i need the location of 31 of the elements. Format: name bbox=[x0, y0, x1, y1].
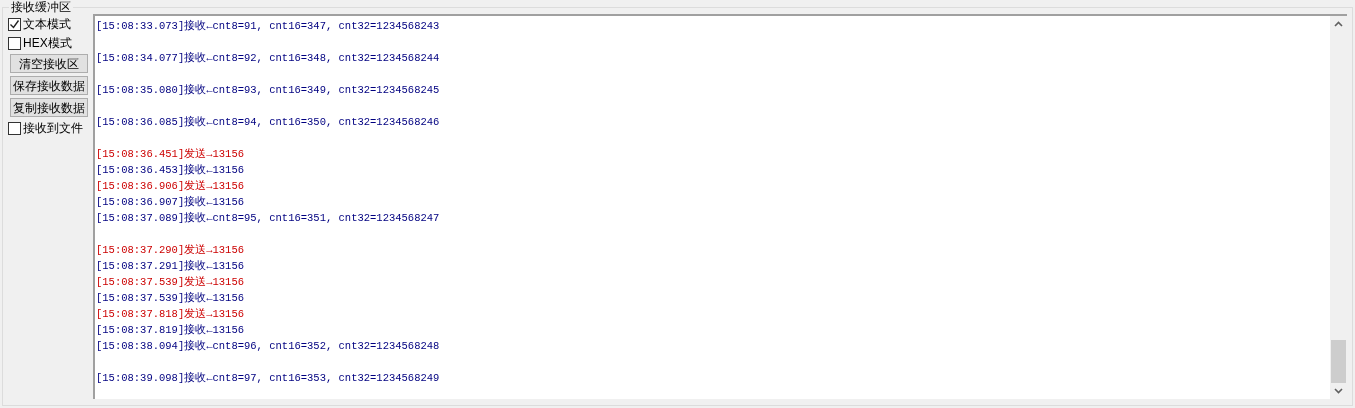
received-log-line: [15:08:36.453]接收←13156 bbox=[96, 163, 245, 178]
received-log-line: [15:08:35.080]接收←cnt8=93, cnt16=349, cnt32=1234568245 bbox=[96, 83, 440, 98]
received-log-line: [15:08:39.098]接收←cnt8=97, cnt16=353, cnt32=1234568249 bbox=[96, 371, 440, 386]
checkbox-label[interactable]: 文本模式 bbox=[23, 17, 71, 31]
received-log-line: [15:08:37.539]接收←13156 bbox=[96, 291, 245, 306]
scroll-down-icon[interactable] bbox=[1334, 388, 1343, 394]
scroll-up-icon[interactable] bbox=[1334, 21, 1343, 27]
group-title: 接收缓冲区 bbox=[9, 0, 73, 14]
received-log-line: [15:08:33.073]接收←cnt8=91, cnt16=347, cnt32=1234568243 bbox=[96, 19, 440, 34]
sent-log-line: [15:08:36.451]发送→13156 bbox=[96, 147, 245, 162]
action-button[interactable]: 清空接收区 bbox=[10, 54, 88, 73]
sent-log-line: [15:08:37.539]发送→13156 bbox=[96, 275, 245, 290]
received-log-line: [15:08:37.291]接收←13156 bbox=[96, 259, 245, 274]
received-log-line: [15:08:38.094]接收←cnt8=96, cnt16=352, cnt32=1234568248 bbox=[96, 339, 440, 354]
action-button[interactable]: 保存接收数据 bbox=[10, 76, 88, 95]
checkbox[interactable] bbox=[8, 36, 21, 50]
received-log-line: [15:08:37.089]接收←cnt8=95, cnt16=351, cnt32=1234568247 bbox=[96, 211, 440, 226]
receive-text-area[interactable] bbox=[93, 14, 1347, 399]
scroll-thumb[interactable] bbox=[1331, 340, 1346, 383]
received-log-line: [15:08:34.077]接收←cnt8=92, cnt16=348, cnt32=1234568244 bbox=[96, 51, 440, 66]
received-log-line: [15:08:36.085]接收←cnt8=94, cnt16=350, cnt32=1234568246 bbox=[96, 115, 440, 130]
action-button[interactable]: 复制接收数据 bbox=[10, 98, 88, 117]
checkbox-label[interactable]: 接收到文件 bbox=[23, 121, 83, 135]
sent-log-line: [15:08:37.290]发送→13156 bbox=[96, 243, 245, 258]
checkbox[interactable] bbox=[8, 17, 21, 31]
received-log-line: [15:08:37.819]接收←13156 bbox=[96, 323, 245, 338]
checkbox[interactable] bbox=[8, 121, 21, 135]
received-log-line: [15:08:36.907]接收←13156 bbox=[96, 195, 245, 210]
checkbox-label[interactable]: HEX模式 bbox=[23, 36, 72, 50]
sent-log-line: [15:08:37.818]发送→13156 bbox=[96, 307, 245, 322]
sent-log-line: [15:08:36.906]发送→13156 bbox=[96, 179, 245, 194]
